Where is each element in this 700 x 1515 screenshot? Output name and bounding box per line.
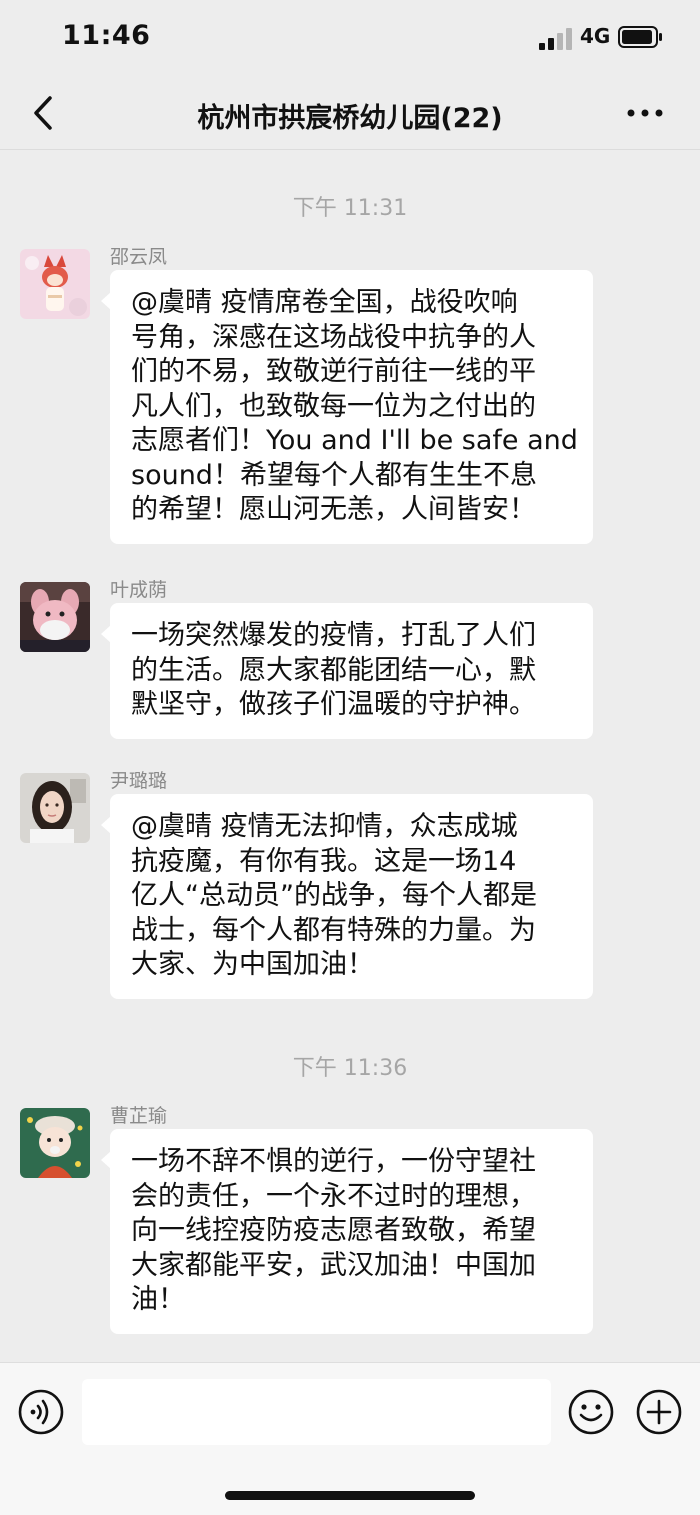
battery-icon xyxy=(618,26,662,48)
emoji-icon[interactable] xyxy=(568,1389,614,1435)
avatar[interactable] xyxy=(20,249,90,319)
signal-bars-icon xyxy=(539,28,572,50)
chat-header: 杭州市拱宸桥幼儿园(22) xyxy=(0,76,700,150)
timestamp: 下午 11:31 xyxy=(292,196,408,221)
message-line: 号角，深感在这场战役中抗争的人 xyxy=(131,321,536,353)
status-time: 11:46 xyxy=(62,20,151,51)
plus-icon[interactable] xyxy=(636,1389,682,1435)
input-bar xyxy=(0,1362,700,1515)
message-line: 向一线控疫防疫志愿者致敬，希望 xyxy=(131,1215,536,1246)
message-line: 凡人们，也致敬每一位为之付出的 xyxy=(131,390,536,422)
message-bubble[interactable]: @虞晴 疫情无法抑情，众志成城 抗疫魔，有你有我。这是一场14 亿人“总动员”的… xyxy=(101,794,593,999)
message-line: 一场不辞不惧的逆行，一份守望社 xyxy=(131,1146,536,1177)
message-line: sound！希望每个人都有生生不息 xyxy=(131,459,537,491)
sender-name: 尹璐璐 xyxy=(110,770,168,792)
voice-icon[interactable] xyxy=(18,1389,64,1435)
sender-name: 邵云凤 xyxy=(110,246,168,268)
more-dots-icon[interactable] xyxy=(622,98,668,128)
message-line: 默坚守，做孩子们温暖的守护神。 xyxy=(131,689,536,720)
message-bubble[interactable]: @虞晴 疫情席卷全国，战役吹响 号角，深感在这场战役中抗争的人 们的不易，致敬逆… xyxy=(101,270,593,544)
message-line: 战士，每个人都有特殊的力量。为 xyxy=(131,914,536,946)
message-line: 志愿者们！You and I'll be safe and xyxy=(131,425,578,456)
message-line: 大家、为中国加油！ xyxy=(131,949,374,980)
message-line: 大家都能平安，武汉加油！中国加 xyxy=(131,1249,536,1281)
message-input[interactable] xyxy=(82,1379,551,1445)
message-bubble[interactable]: 一场不辞不惧的逆行，一份守望社 会的责任，一个永不过时的理想， 向一线控疫防疫志… xyxy=(101,1129,593,1334)
message-line: 的希望！愿山河无恙，人间皆安！ xyxy=(131,494,536,525)
message-line: 亿人“总动员”的战争，每个人都是 xyxy=(131,880,537,911)
avatar[interactable] xyxy=(20,1108,90,1178)
message-line: 一场突然爆发的疫情，打乱了人们 xyxy=(131,620,536,651)
avatar[interactable] xyxy=(20,582,90,652)
message-line: @虞晴 疫情席卷全国，战役吹响 xyxy=(131,287,518,318)
chat-messages[interactable]: 下午 11:31 邵云凤 @虞晴 疫情席卷全国，战役吹响 号角，深感在这场战役中… xyxy=(0,150,700,1362)
plush-toy-mask-avatar xyxy=(20,582,90,652)
chat-title: 杭州市拱宸桥幼儿园(22) xyxy=(197,103,503,134)
message-line: 的生活。愿大家都能团结一心，默 xyxy=(131,654,536,686)
message-line: 油！ xyxy=(131,1284,185,1315)
avatar[interactable] xyxy=(20,773,90,843)
timestamp: 下午 11:36 xyxy=(292,1056,408,1081)
home-indicator xyxy=(225,1491,475,1500)
sender-name: 曹芷瑜 xyxy=(110,1105,168,1127)
message-bubble[interactable]: 一场突然爆发的疫情，打乱了人们 的生活。愿大家都能团结一心，默 默坚守，做孩子们… xyxy=(101,603,593,739)
sender-name: 叶成荫 xyxy=(110,579,168,601)
message-line: 们的不易，致敬逆行前往一线的平 xyxy=(131,356,536,387)
cartoon-girl-avatar xyxy=(20,1108,90,1178)
cartoon-fox-avatar xyxy=(20,249,90,319)
network-type: 4G xyxy=(580,24,611,48)
woman-photo-avatar xyxy=(20,773,90,843)
message-line: 抗疫魔，有你有我。这是一场14 xyxy=(131,845,517,877)
status-bar: 11:46 4G xyxy=(0,0,700,76)
message-line: @虞晴 疫情无法抑情，众志成城 xyxy=(131,811,518,842)
message-line: 会的责任，一个永不过时的理想， xyxy=(131,1180,536,1212)
